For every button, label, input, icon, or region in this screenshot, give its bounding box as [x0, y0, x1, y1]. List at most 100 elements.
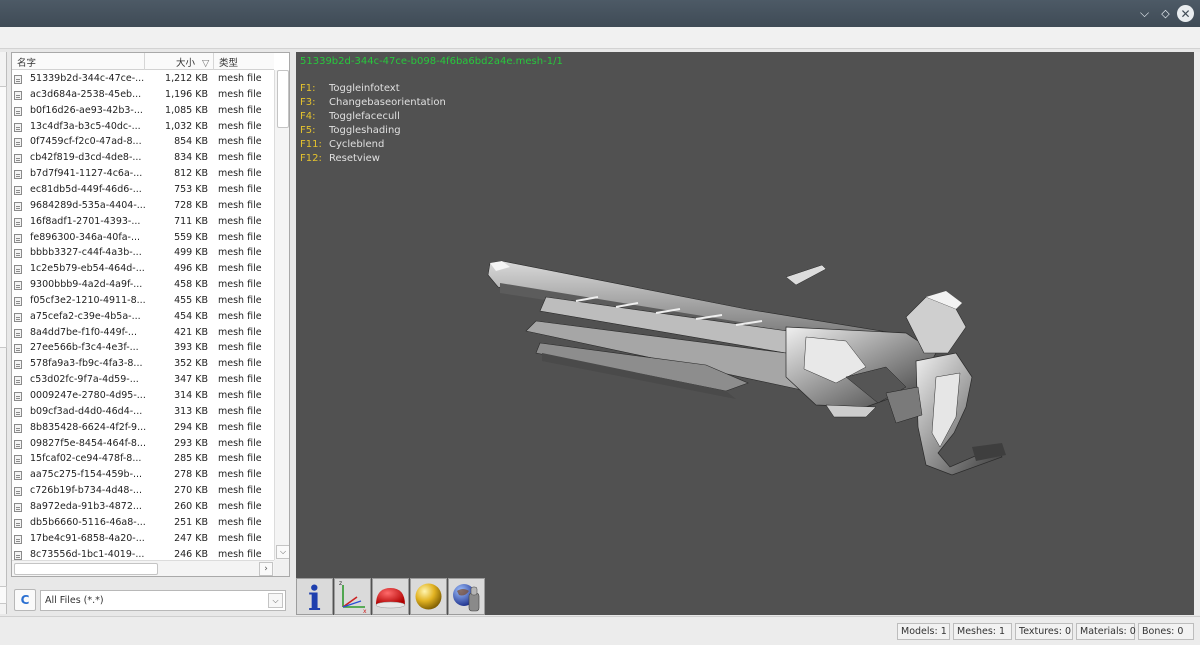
file-type: mesh file — [218, 405, 262, 417]
file-list-row[interactable]: 15fcaf02-ce94-478f-8... 285 KB mesh file — [12, 451, 274, 467]
file-list-row[interactable]: ec81db5d-449f-46d6-... 753 KB mesh file — [12, 182, 274, 198]
axes-tool-button[interactable]: z x — [334, 578, 371, 615]
file-name: 51339b2d-344c-47ce-... — [30, 73, 145, 84]
file-list-row[interactable]: b09cf3ad-d4d0-46d4-... 313 KB mesh file — [12, 404, 274, 420]
file-size: 313 KB — [174, 405, 208, 417]
horizontal-scroll-thumb[interactable] — [14, 563, 158, 575]
file-type: mesh file — [218, 120, 262, 132]
file-list-row[interactable]: 8c73556d-1bc1-4019-... 246 KB mesh file — [12, 547, 274, 561]
file-name: 9300bbb9-4a2d-4a9f-... — [30, 279, 143, 291]
file-icon — [14, 471, 22, 481]
file-icon — [14, 344, 22, 354]
file-list-row[interactable]: bbbb3327-c44f-4a3b-... 499 KB mesh file — [12, 245, 274, 261]
file-list-row[interactable]: 8b835428-6624-4f2f-9... 294 KB mesh file — [12, 420, 274, 436]
file-list-row[interactable]: 9684289d-535a-4404-... 728 KB mesh file — [12, 198, 274, 214]
file-icon — [14, 249, 22, 259]
file-size: 251 KB — [174, 516, 208, 528]
file-size: 352 KB — [174, 358, 208, 370]
shortcut-label: Toggleshading — [329, 125, 401, 136]
file-type: mesh file — [218, 342, 262, 354]
file-icon — [14, 455, 22, 465]
vertical-scroll-thumb[interactable] — [277, 70, 289, 128]
horizontal-scrollbar[interactable]: › — [12, 560, 274, 576]
file-icon — [14, 90, 22, 100]
scroll-right-button[interactable]: › — [259, 562, 273, 576]
file-list-row[interactable]: c53d02fc-9f7a-4d59-... 347 KB mesh file — [12, 372, 274, 388]
left-panel-button[interactable] — [0, 586, 7, 604]
file-list-row[interactable]: aa75c275-f154-459b-... 278 KB mesh file — [12, 467, 274, 483]
file-list-row[interactable]: 8a4dd7be-f1f0-449f-... 421 KB mesh file — [12, 325, 274, 341]
file-type: mesh file — [218, 88, 262, 100]
file-list-row[interactable]: 51339b2d-344c-47ce-... 1,212 KB mesh file — [12, 71, 274, 87]
column-divider[interactable] — [213, 53, 214, 70]
texture-globe-tool-button[interactable] — [448, 578, 485, 615]
refresh-button[interactable]: C — [14, 589, 36, 611]
file-size: 270 KB — [174, 485, 208, 497]
file-list-row[interactable]: 578fa9a3-fb9c-4fa3-8... 352 KB mesh file — [12, 356, 274, 372]
file-type: mesh file — [218, 73, 262, 84]
mesh-viewport[interactable]: 51339b2d-344c-47ce-b098-4f6ba6bd2a4e.mes… — [296, 52, 1194, 615]
file-list-row[interactable]: fe896300-346a-40fa-... 559 KB mesh file — [12, 230, 274, 246]
file-list-row[interactable]: 0f7459cf-f2c0-47ad-8... 854 KB mesh file — [12, 134, 274, 150]
file-size: 1,196 KB — [165, 88, 208, 100]
file-list-row[interactable]: f05cf3e2-1210-4911-8... 455 KB mesh file — [12, 293, 274, 309]
info-tool-button[interactable]: i — [296, 578, 333, 615]
shortcut-key: F4: — [300, 111, 316, 122]
file-list-row[interactable]: 17be4c91-6858-4a20-... 247 KB mesh file — [12, 531, 274, 547]
file-size: 1,085 KB — [165, 104, 208, 116]
file-list-row[interactable]: db5b6660-5116-46a8-... 251 KB mesh file — [12, 515, 274, 531]
file-type: mesh file — [218, 437, 262, 449]
status-meshes: Meshes: 1 — [953, 623, 1012, 640]
status-models: Models: 1 — [897, 623, 950, 640]
file-icon — [14, 518, 22, 528]
file-type: mesh file — [218, 532, 262, 544]
minimize-button[interactable]: ⌵ — [1136, 5, 1153, 22]
file-type-filter-select[interactable]: All Files (*.*) ⌵ — [40, 590, 286, 611]
file-name: 8c73556d-1bc1-4019-... — [30, 548, 145, 560]
shortcut-key: F1: — [300, 83, 316, 94]
file-list-row[interactable]: b0f16d26-ae93-42b3-... 1,085 KB mesh file — [12, 103, 274, 119]
chevron-down-icon[interactable]: ⌵ — [268, 593, 283, 608]
file-type: mesh file — [218, 310, 262, 322]
scroll-down-button[interactable]: ⌵ — [276, 545, 289, 559]
column-header-size-label: 大小 — [176, 58, 196, 69]
file-list-row[interactable]: b7d7f941-1127-4c6a-... 812 KB mesh file — [12, 166, 274, 182]
file-list-row[interactable]: c726b19f-b734-4d48-... 270 KB mesh file — [12, 483, 274, 499]
material-sphere-tool-button[interactable] — [410, 578, 447, 615]
file-icon — [14, 122, 22, 132]
column-header-size[interactable]: 大小 ▽ — [176, 55, 209, 69]
sort-descending-icon: ▽ — [202, 58, 210, 69]
shortcut-key: F12: — [300, 153, 322, 164]
file-name: ac3d684a-2538-45eb... — [30, 88, 142, 100]
file-list-row[interactable]: a75cefa2-c39e-4b5a-... 454 KB mesh file — [12, 309, 274, 325]
file-list-row[interactable]: 9300bbb9-4a2d-4a9f-... 458 KB mesh file — [12, 277, 274, 293]
restore-button[interactable]: ◇ — [1157, 5, 1174, 22]
file-list-row[interactable]: cb42f819-d3cd-4de8-... 834 KB mesh file — [12, 150, 274, 166]
file-list-row[interactable]: 13c4df3a-b3c5-40dc-... 1,032 KB mesh file — [12, 119, 274, 135]
file-size: 285 KB — [174, 453, 208, 465]
file-list-row[interactable]: 16f8adf1-2701-4393-... 711 KB mesh file — [12, 214, 274, 230]
refresh-icon: C — [20, 593, 30, 607]
file-list-row[interactable]: 09827f5e-8454-464f-8... 293 KB mesh file — [12, 436, 274, 452]
file-name: 8a4dd7be-f1f0-449f-... — [30, 326, 137, 338]
file-name: 13c4df3a-b3c5-40dc-... — [30, 120, 141, 132]
shortcut-label: Cycleblend — [329, 139, 385, 150]
file-icon — [14, 392, 22, 401]
vertical-scrollbar[interactable]: ⌵ — [274, 70, 289, 560]
file-type: mesh file — [218, 152, 262, 164]
shading-tool-button[interactable] — [372, 578, 409, 615]
file-list-row[interactable]: 0009247e-2780-4d95-... 314 KB mesh file — [12, 388, 274, 404]
file-type: mesh file — [218, 136, 262, 148]
column-divider[interactable] — [144, 53, 145, 70]
file-name: 578fa9a3-fb9c-4fa3-8... — [30, 358, 143, 370]
close-button[interactable]: ✕ — [1177, 5, 1194, 22]
file-list-row[interactable]: 1c2e5b79-eb54-464d-... 496 KB mesh file — [12, 261, 274, 277]
column-header-type[interactable]: 类型 — [219, 55, 238, 69]
file-list-row[interactable]: 27ee566b-f3c4-4e3f-... 393 KB mesh file — [12, 340, 274, 356]
column-header-name[interactable]: 名字 — [17, 55, 36, 69]
file-list-row[interactable]: 8a972eda-91b3-4872... 260 KB mesh file — [12, 499, 274, 515]
file-size: 1,212 KB — [165, 73, 208, 84]
file-list-row[interactable]: ac3d684a-2538-45eb... 1,196 KB mesh file — [12, 87, 274, 103]
file-name: 9684289d-535a-4404-... — [30, 199, 146, 211]
left-panel-edge — [0, 52, 7, 614]
